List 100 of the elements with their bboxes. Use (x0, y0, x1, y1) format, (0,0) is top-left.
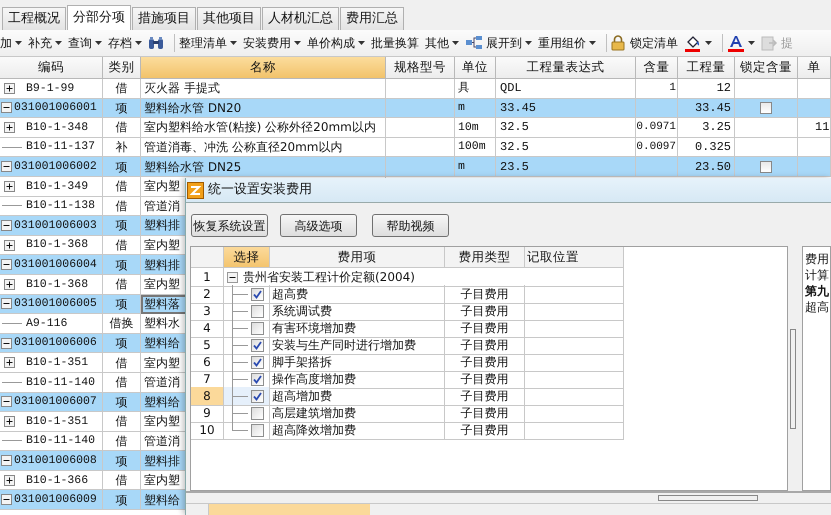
checkbox[interactable] (251, 356, 264, 368)
column-header[interactable]: 费用类型 (445, 247, 525, 268)
fee-item-cell: 超高增加费 (270, 387, 445, 406)
checkbox[interactable] (251, 338, 264, 352)
fee-type-cell: 子目费用 (445, 421, 525, 440)
code-text: B10-1-368 (26, 276, 88, 293)
dialog-button[interactable]: 高级选项 (280, 214, 357, 237)
column-header[interactable]: 锁定含量 (735, 57, 798, 79)
caret-icon (95, 41, 102, 45)
row-number: 9 (191, 404, 224, 423)
checkbox[interactable] (251, 390, 264, 402)
table-row[interactable]: B9-1-99 借 灭火器 手提式 具 QDL 1 12 (0, 79, 831, 99)
column-header[interactable]: 单位 (455, 57, 496, 79)
code-text: 031001006002 (14, 159, 97, 176)
expand-icon[interactable] (4, 180, 15, 192)
column-header[interactable]: 选择 (224, 247, 270, 268)
tab[interactable]: 其他项目 (197, 7, 261, 30)
collapse-icon[interactable] (227, 272, 238, 282)
toolbar-button[interactable]: 整理清单 (179, 32, 237, 54)
toolbar-button[interactable]: 查询 (68, 32, 102, 54)
code-text: 031001006004 (14, 257, 97, 274)
column-header[interactable]: 单 (798, 57, 831, 79)
checkbox[interactable] (251, 322, 264, 334)
expand-icon[interactable] (4, 122, 15, 133)
toolbar-button[interactable]: 重用组价 (538, 32, 596, 54)
fee-item-cell: 系统调试费 (270, 302, 445, 321)
toolbar-button[interactable]: 其他 (425, 32, 459, 54)
toolbar-button[interactable]: 批量换算 (371, 32, 419, 54)
code-text: B10-1-368 (26, 237, 88, 254)
column-header[interactable]: 编码 (0, 57, 103, 79)
column-header[interactable]: 记取位置 (525, 247, 624, 268)
caret-icon (525, 41, 532, 45)
collapse-icon[interactable] (1, 259, 12, 270)
expand-icon[interactable] (4, 474, 15, 486)
column-header[interactable]: 规格型号 (386, 57, 455, 79)
column-header[interactable]: 类别 (103, 57, 141, 79)
dialog-button[interactable]: 恢复系统设置 (191, 214, 268, 237)
column-header[interactable]: 工程量 (678, 57, 735, 79)
toolbar-button[interactable]: 锁定清单 (611, 32, 678, 54)
row-number: 2 (191, 285, 224, 304)
code-text: 031001006003 (14, 218, 97, 234)
collapse-icon[interactable] (1, 102, 12, 114)
column-header[interactable]: 含量 (636, 57, 678, 79)
expand-icon[interactable] (4, 357, 15, 368)
checkbox[interactable] (251, 304, 264, 318)
toolbar-button[interactable]: 单价构成 (307, 32, 365, 54)
scrollbar-thumb[interactable] (658, 495, 758, 501)
binoculars-icon (148, 36, 164, 50)
caret-icon (452, 41, 459, 45)
checkbox[interactable] (251, 288, 264, 300)
caret-icon (748, 41, 755, 45)
toolbar-button[interactable]: 补充 (28, 32, 62, 54)
toolbar-button[interactable]: 加 (0, 32, 22, 54)
code-text: B10-11-137 (26, 139, 96, 156)
expand-icon[interactable] (4, 82, 15, 94)
collapse-icon[interactable] (1, 494, 12, 506)
lock-checkbox[interactable] (760, 160, 772, 173)
tab[interactable]: 费用汇总 (340, 7, 404, 30)
lock-checkbox[interactable] (760, 102, 772, 114)
fee-item-cell: 高层建筑增加费 (270, 404, 445, 423)
collapse-icon[interactable] (1, 161, 12, 172)
toolbar-button[interactable]: 安装费用 (243, 32, 301, 54)
row-number: 3 (191, 302, 224, 321)
fee-item-cell: 超高费 (270, 285, 445, 304)
scrollbar-thumb[interactable] (790, 328, 796, 428)
table-row[interactable]: 031001006001 项 塑料给水管 DN20 m 33.45 33.45 (0, 98, 831, 118)
tab[interactable]: 措施项目 (132, 7, 196, 30)
collapse-icon[interactable] (1, 455, 12, 466)
code-text: B10-11-138 (26, 198, 96, 214)
tab[interactable]: 分部分项 (67, 5, 131, 30)
collapse-icon[interactable] (1, 338, 12, 349)
code-text: B10-11-140 (26, 433, 96, 450)
column-header[interactable]: 费用项 (270, 247, 445, 268)
column-header[interactable]: 工程量表达式 (496, 57, 636, 79)
paint-bucket-icon (684, 34, 702, 52)
expand-icon[interactable] (4, 278, 15, 290)
row-number: 5 (191, 336, 224, 355)
checkbox[interactable] (251, 406, 264, 420)
dialog-button[interactable]: 帮助视频 (372, 214, 449, 237)
expand-icon[interactable] (4, 416, 15, 427)
table-row[interactable]: B10-11-137 补 管道消毒、冲洗 公称直径20mm以内 100m 32.5 0.0097 0.325 (0, 138, 831, 158)
collapse-icon[interactable] (1, 396, 12, 408)
collapse-icon[interactable] (1, 220, 12, 231)
fee-type-cell: 子目费用 (445, 336, 525, 355)
column-header[interactable]: 名称 (141, 57, 386, 79)
caret-icon (705, 41, 712, 45)
code-text: 031001006009 (14, 492, 97, 508)
code-text: 031001006001 (14, 100, 97, 116)
checkbox[interactable] (251, 424, 264, 436)
collapse-icon[interactable] (1, 298, 12, 310)
toolbar-button[interactable]: 展开到 (465, 32, 532, 54)
expand-icon[interactable] (4, 240, 15, 251)
table-row[interactable]: 031001006002 项 塑料给水管 DN25 m 23.5 23.50 (0, 157, 831, 177)
tab[interactable]: 人材机汇总 (262, 7, 339, 30)
row-number: 8 (191, 387, 224, 406)
table-row[interactable]: B10-1-348 借 室内塑料给水管(粘接) 公称外径20mm以内 10m 32.5 0.0971 3.25 11 (0, 118, 831, 138)
fee-type-cell: 子目费用 (445, 370, 525, 389)
checkbox[interactable] (251, 372, 264, 386)
toolbar-button[interactable]: 存档 (108, 32, 142, 54)
tab[interactable]: 工程概况 (2, 7, 66, 30)
